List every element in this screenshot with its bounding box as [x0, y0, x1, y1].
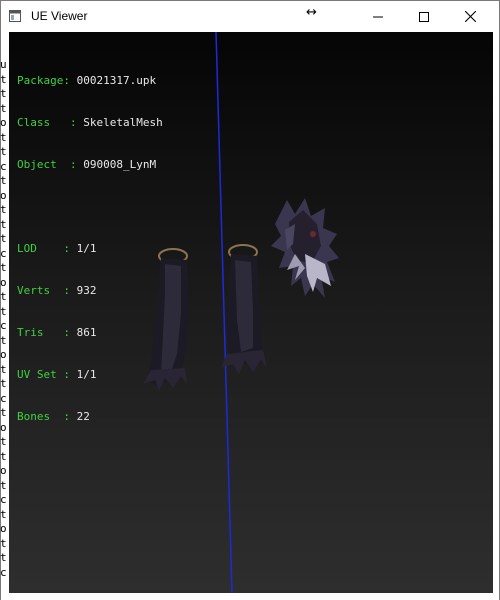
background-glyph: t	[0, 362, 7, 376]
background-glyph: t	[0, 217, 7, 231]
close-button[interactable]	[447, 1, 493, 32]
info-row-uvset: UV Set : 1/1	[17, 368, 97, 381]
info-value: 1/1	[76, 368, 97, 381]
info-label: Class	[17, 116, 51, 129]
background-glyph: t	[0, 72, 7, 86]
window-title: UE Viewer	[31, 9, 88, 23]
background-glyph: t	[0, 377, 7, 390]
3d-viewport[interactable]: Package: 00021317.upk Class : SkeletalMe…	[9, 32, 493, 593]
background-glyph: c	[0, 319, 7, 332]
info-row-verts: Verts : 932	[17, 284, 97, 297]
background-glyph: o	[0, 522, 7, 535]
background-glyph: o	[0, 188, 7, 202]
info-value: 00021317.upk	[76, 74, 157, 87]
background-glyph: t	[0, 333, 7, 347]
background-glyph: t	[0, 130, 7, 144]
close-icon	[464, 11, 476, 22]
background-glyph: c	[0, 565, 7, 579]
info-value: 22	[76, 410, 90, 423]
background-glyph: c	[0, 159, 7, 173]
title-bar[interactable]: UE Viewer ↔	[1, 1, 499, 32]
background-glyph: o	[0, 116, 7, 129]
background-glyph: c	[0, 391, 7, 405]
info-row-tris: Tris : 861	[17, 326, 97, 339]
info-value: SkeletalMesh	[83, 116, 163, 129]
mesh-head	[271, 198, 339, 298]
background-glyph: u	[0, 58, 7, 71]
background-glyph: t	[0, 203, 7, 216]
background-glyph: t	[0, 145, 7, 158]
info-row-class: Class : SkeletalMesh	[17, 116, 163, 129]
mesh-info-panel: Package: 00021317.upk Class : SkeletalMe…	[17, 46, 163, 452]
maximize-button[interactable]	[401, 1, 447, 32]
background-window-left-edge: utttottctotttctottctottctottotctottc	[0, 0, 8, 600]
background-glyph: t	[0, 536, 7, 550]
background-glyph: o	[0, 464, 7, 477]
info-row-bones: Bones : 22	[17, 410, 90, 423]
window-icon	[9, 10, 21, 22]
info-label: UV Set	[17, 368, 57, 381]
info-label: Bones	[17, 410, 51, 423]
background-glyph: t	[0, 304, 7, 318]
background-glyph: t	[0, 261, 7, 274]
background-glyph: t	[0, 232, 7, 245]
info-value: 090008_LynM	[83, 158, 157, 171]
background-glyph: t	[0, 507, 7, 521]
background-glyph: o	[0, 275, 7, 289]
resize-cursor-icon: ↔	[306, 5, 317, 20]
ue-viewer-window: UE Viewer ↔ Package: 00021317.upk Class …	[0, 0, 500, 600]
maximize-icon	[419, 11, 429, 22]
background-glyph: t	[0, 174, 7, 187]
info-row-object: Object : 090008_LynM	[17, 158, 157, 171]
background-glyph: t	[0, 87, 7, 100]
background-glyph: t	[0, 478, 7, 492]
minimize-icon	[373, 16, 383, 17]
background-glyph: t	[0, 449, 7, 463]
background-glyph: t	[0, 435, 7, 448]
background-glyph: c	[0, 493, 7, 506]
window-bottom-border	[1, 593, 499, 600]
info-row-lod: LOD : 1/1	[17, 242, 97, 255]
background-glyph: t	[0, 290, 7, 303]
background-glyph: o	[0, 348, 7, 361]
info-label: Package	[17, 74, 64, 87]
info-label: Object	[17, 158, 57, 171]
background-glyph: t	[0, 101, 7, 115]
info-label: Tris	[17, 326, 44, 339]
info-label: LOD	[17, 242, 37, 255]
minimize-button[interactable]	[355, 1, 401, 32]
info-value: 861	[76, 326, 97, 339]
info-row-package: Package: 00021317.upk	[17, 74, 157, 87]
background-glyph: o	[0, 420, 7, 434]
info-value: 1/1	[76, 242, 97, 255]
background-glyph: c	[0, 246, 7, 260]
info-value: 932	[76, 284, 97, 297]
background-glyph: t	[0, 551, 7, 564]
background-glyph: t	[0, 406, 7, 419]
info-label: Verts	[17, 284, 51, 297]
